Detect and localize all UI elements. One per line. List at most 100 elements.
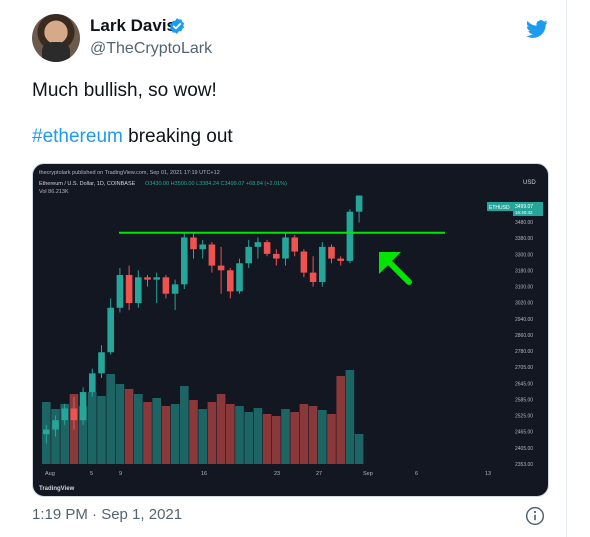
candle-body: [79, 392, 87, 421]
candle-body: [52, 420, 59, 430]
tweet-text-line-2: #ethereum breaking out: [32, 126, 233, 148]
volume-bar: [180, 386, 189, 464]
candle-body: [208, 244, 216, 266]
candle-body: [153, 277, 160, 280]
twitter-bird-icon[interactable]: [525, 18, 549, 40]
volume-bar: [152, 398, 161, 464]
candle-body: [328, 246, 335, 259]
tradingview-watermark: TradingView: [39, 486, 75, 492]
x-tick-label: 9: [119, 471, 122, 477]
green-arrow-icon: [379, 252, 412, 285]
candle-body: [190, 237, 197, 250]
tweet-timestamp[interactable]: 1:19 PM · Sep 1, 2021: [32, 506, 182, 523]
candle-body: [346, 211, 354, 261]
volume-bar: [336, 376, 345, 464]
y-tick-label: 3380.00: [515, 236, 533, 242]
volume-bar: [88, 392, 97, 464]
volume-bar: [226, 404, 235, 464]
x-tick-label: Sep: [363, 471, 373, 477]
candle-body: [98, 352, 105, 374]
volume-bar: [262, 414, 272, 464]
tweet-card: Lark Davis @TheCryptoLark Much bullish, …: [0, 0, 567, 537]
tweet-text-line-1: Much bullish, so wow!: [32, 80, 217, 101]
volume-bar: [106, 374, 115, 464]
author-handle[interactable]: @TheCryptoLark: [90, 40, 212, 58]
y-tick-label: 2860.00: [515, 333, 533, 339]
y-tick-label: 3300.00: [515, 252, 533, 258]
x-axis: Aug 5 9 16 23 27 Sep 6 13: [45, 471, 491, 477]
candle-body: [199, 244, 206, 250]
author-name[interactable]: Lark Davis: [90, 16, 176, 36]
x-tick-label: 16: [201, 471, 207, 477]
volume-bar: [235, 406, 244, 464]
volume-bar: [115, 384, 125, 464]
tweet-media-chart[interactable]: thecryptolark published on TradingView.c…: [32, 163, 549, 497]
volume-bar: [170, 404, 180, 464]
volume-bar: [244, 412, 253, 464]
y-tick-label: 2405.00: [515, 446, 533, 452]
candle-body: [245, 246, 252, 264]
y-tick-label: 2353.00: [515, 462, 533, 468]
volume-bar: [207, 402, 217, 464]
candle-body: [254, 242, 262, 247]
candle-body: [70, 408, 78, 421]
volume-bar: [161, 406, 171, 464]
chart-ohlc: O3430.00 H3500.00 L3384.24 C3499.07 +68.…: [145, 181, 287, 187]
candle-body: [263, 242, 271, 254]
candle-body: [291, 237, 298, 252]
candle-body: [162, 277, 170, 294]
volume-bar: [134, 394, 143, 464]
x-tick-label: 13: [485, 471, 491, 477]
candle-body: [309, 272, 317, 282]
volume-bar: [308, 406, 318, 464]
volume-bar: [354, 434, 364, 464]
candle-body: [107, 307, 114, 353]
y-tick-label: 2585.00: [515, 397, 533, 403]
candle-body: [171, 284, 179, 294]
candle-body: [337, 258, 344, 261]
y-tick-label: 2525.00: [515, 414, 533, 420]
price-chart: thecryptolark published on TradingView.c…: [39, 170, 543, 492]
y-tick-label: 2940.00: [515, 317, 533, 323]
volume-bar: [318, 410, 327, 464]
volume-bar: [327, 414, 336, 464]
verified-badge-icon: [169, 18, 185, 34]
volume-bar: [97, 396, 106, 464]
y-tick-label: 2465.00: [515, 430, 533, 436]
candle-body: [61, 408, 68, 421]
candle-body: [43, 429, 50, 435]
info-icon[interactable]: [525, 506, 545, 526]
currency-label: USD: [523, 180, 536, 186]
candle-body: [355, 195, 363, 212]
candle-body: [125, 274, 133, 304]
author-avatar[interactable]: [32, 14, 80, 62]
volume-bar: [345, 370, 355, 464]
volume-bar: [189, 400, 198, 464]
y-axis: 3480.00 3380.00 3300.00 3180.00 3100.00 3020.…: [515, 220, 533, 468]
y-tick-label: 3480.00: [515, 220, 533, 226]
candle-body: [300, 251, 308, 273]
y-tick-label: 3100.00: [515, 285, 533, 291]
volume-bar: [272, 416, 281, 464]
y-tick-label: 2780.00: [515, 349, 533, 355]
x-tick-label: 5: [90, 471, 93, 477]
chart-volume-label: Vol 86.213K: [39, 189, 69, 195]
candle-body: [116, 274, 124, 308]
volume-bar: [198, 409, 207, 464]
candle-body: [181, 237, 188, 285]
hashtag-link[interactable]: #ethereum: [32, 126, 123, 147]
y-tick-label: 3020.00: [515, 301, 533, 307]
candle-body: [217, 265, 225, 271]
tweet-text-rest: breaking out: [122, 126, 233, 147]
candle-body: [236, 263, 243, 292]
y-tick-label: 2645.00: [515, 381, 533, 387]
x-tick-label: 23: [274, 471, 280, 477]
volume-bar: [299, 404, 309, 464]
volume-bar: [216, 394, 226, 464]
symbol-tag-text: ETHUSD: [489, 205, 510, 211]
volume-bar: [253, 408, 263, 464]
volume-bar: [290, 412, 299, 464]
volume-bar: [281, 409, 290, 464]
volume-bar: [124, 389, 134, 464]
candle-body: [89, 373, 96, 393]
